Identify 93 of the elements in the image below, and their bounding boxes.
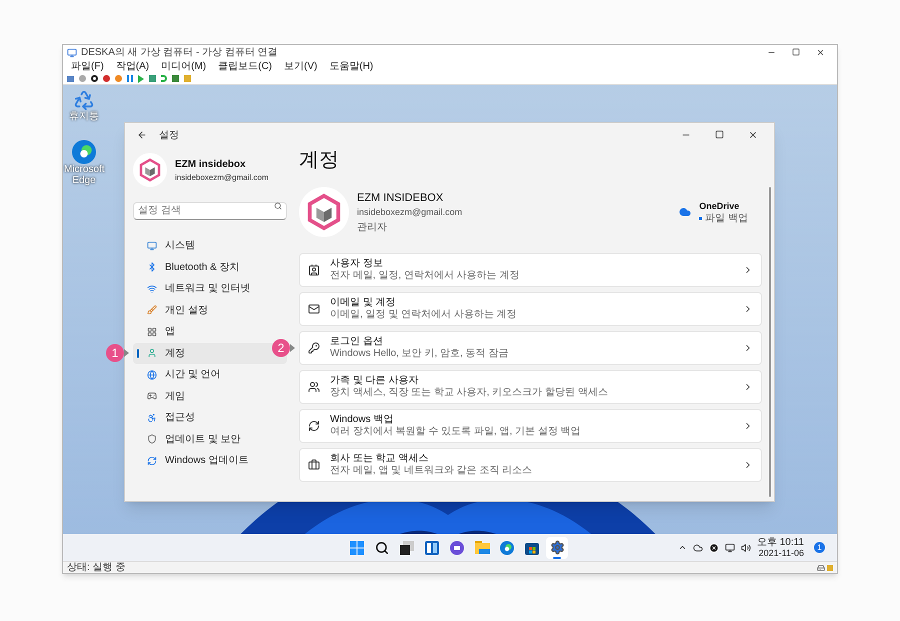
brush-icon bbox=[147, 305, 157, 316]
shield-icon bbox=[147, 434, 157, 444]
settings-card[interactable]: Windows 백업 여러 장치에서 복원할 수 있도록 파일, 앱, 기본 설정 백업 bbox=[299, 409, 762, 443]
wifi-icon bbox=[147, 284, 157, 294]
widgets-icon[interactable] bbox=[425, 540, 439, 554]
store-icon[interactable] bbox=[525, 540, 539, 554]
cube-logo-icon bbox=[138, 158, 162, 182]
close-icon[interactable] bbox=[748, 130, 758, 140]
sync-icon bbox=[308, 420, 320, 432]
user-email: insideboxezm@gmail.com bbox=[175, 172, 268, 184]
cloud-icon[interactable] bbox=[692, 542, 703, 552]
settings-card[interactable]: 회사 또는 학교 액세스 전자 메일, 앱 및 네트워크와 같은 조직 리소스 bbox=[299, 448, 762, 482]
active-indicator bbox=[553, 556, 561, 558]
status-text: 상태: 실행 중 bbox=[67, 562, 126, 573]
app-title: 설정 bbox=[159, 128, 179, 142]
folder-icon[interactable] bbox=[474, 541, 490, 554]
search-icon[interactable] bbox=[375, 540, 389, 554]
clock[interactable]: 오후 10:11 2021-11-06 bbox=[756, 537, 804, 558]
card-subtitle: 장치 액세스, 직장 또는 학교 사용자, 키오스크가 할당된 액세스 bbox=[330, 387, 608, 399]
card-title: 가족 및 다른 사용자 bbox=[330, 375, 420, 387]
card-title: 회사 또는 학교 액세스 bbox=[330, 453, 430, 465]
menu-item[interactable]: 보기(V) bbox=[284, 60, 318, 72]
nav-item[interactable]: 네트워크 및 인터넷 bbox=[133, 278, 287, 300]
notification-count[interactable]: 1 bbox=[814, 542, 825, 553]
card-subtitle: 이메일, 일정 및 연락처에서 사용하는 계정 bbox=[330, 309, 517, 321]
nav-item[interactable]: 시간 및 언어 bbox=[133, 364, 287, 386]
profile-email: insideboxezm@gmail.com bbox=[357, 206, 462, 219]
key-icon bbox=[308, 342, 320, 354]
card-subtitle: Windows Hello, 보안 키, 암호, 동적 잠금 bbox=[330, 348, 508, 360]
nav-item[interactable]: 업데이트 및 보안 bbox=[133, 428, 287, 450]
monitor-icon bbox=[147, 240, 157, 251]
edge-icon[interactable] bbox=[500, 540, 514, 554]
bluetooth-icon bbox=[147, 262, 157, 272]
globe-icon bbox=[147, 370, 157, 380]
briefcase-icon bbox=[308, 459, 320, 471]
monitor-icon[interactable] bbox=[724, 542, 735, 552]
contact-icon bbox=[308, 264, 320, 276]
close-icon[interactable] bbox=[816, 48, 825, 57]
card-title: 사용자 정보 bbox=[330, 258, 384, 270]
profile-name: EZM INSIDEBOX bbox=[357, 190, 444, 206]
card-title: 이메일 및 계정 bbox=[330, 297, 397, 309]
onedrive-label: OneDrive bbox=[699, 200, 740, 213]
mail-icon bbox=[308, 303, 320, 315]
search-icon bbox=[274, 202, 282, 210]
card-subtitle: 전자 메일, 앱 및 네트워크와 같은 조직 리소스 bbox=[330, 465, 532, 477]
card-title: Windows 백업 bbox=[330, 414, 394, 426]
menu-item[interactable]: 파일(F) bbox=[71, 60, 104, 72]
user-name: EZM insidebox bbox=[175, 158, 247, 172]
task-view-icon[interactable] bbox=[400, 540, 414, 554]
cube-logo-icon bbox=[305, 193, 343, 231]
onedrive-status: 파일 백업 bbox=[705, 213, 748, 224]
maximize-icon[interactable] bbox=[715, 130, 724, 139]
window-title: DESKA의 새 가상 컴퓨터 - 가상 컴퓨터 연결 bbox=[81, 46, 278, 58]
menu-item[interactable]: 클립보드(C) bbox=[218, 60, 272, 72]
speaker-icon[interactable] bbox=[740, 542, 751, 552]
people-icon bbox=[308, 381, 320, 393]
person-icon bbox=[147, 348, 157, 358]
menu-item[interactable]: 미디어(M) bbox=[161, 60, 206, 72]
settings-card[interactable]: 로그인 옵션 Windows Hello, 보안 키, 암호, 동적 잠금 bbox=[299, 331, 762, 365]
maximize-icon[interactable] bbox=[792, 48, 800, 56]
update-icon bbox=[147, 456, 157, 466]
card-subtitle: 여러 장치에서 복원할 수 있도록 파일, 앱, 기본 설정 백업 bbox=[330, 426, 581, 438]
apps-icon bbox=[147, 326, 157, 337]
accessibility-icon bbox=[147, 412, 157, 423]
search-field[interactable]: 설정 검색 bbox=[133, 202, 287, 220]
settings-card[interactable]: 이메일 및 계정 이메일, 일정 및 연락처에서 사용하는 계정 bbox=[299, 292, 762, 326]
profile-role: 관리자 bbox=[357, 220, 388, 234]
chat-icon[interactable] bbox=[450, 540, 464, 554]
card-subtitle: 전자 메일, 일정, 연락처에서 사용하는 계정 bbox=[330, 270, 520, 282]
close-circle-icon[interactable] bbox=[708, 542, 719, 552]
vm-app-icon bbox=[67, 48, 77, 58]
cloud-icon bbox=[679, 206, 692, 218]
back-icon[interactable] bbox=[137, 130, 147, 140]
settings-card[interactable]: 사용자 정보 전자 메일, 일정, 연락처에서 사용하는 계정 bbox=[299, 253, 762, 287]
menu-item[interactable]: 도움말(H) bbox=[329, 60, 374, 72]
drive-icon bbox=[817, 564, 825, 572]
nav-item[interactable]: 시스템 bbox=[133, 235, 287, 256]
chevron-up-icon[interactable] bbox=[678, 543, 687, 552]
page-heading: 계정 bbox=[299, 148, 340, 173]
card-title: 로그인 옵션 bbox=[330, 336, 384, 348]
nav-item[interactable]: 개인 설정 bbox=[133, 300, 287, 321]
settings-icon[interactable] bbox=[550, 540, 564, 555]
nav-item[interactable]: Bluetooth & 장치 bbox=[133, 256, 287, 278]
nav-item[interactable]: 접근성 bbox=[133, 407, 287, 428]
start-icon[interactable] bbox=[350, 540, 364, 554]
nav-item[interactable]: Windows 업데이트 bbox=[133, 450, 287, 472]
settings-card[interactable]: 가족 및 다른 사용자 장치 액세스, 직장 또는 학교 사용자, 키오스크가 할당된 액세스 bbox=[299, 370, 762, 404]
edge-icon[interactable] bbox=[72, 140, 96, 164]
nav-item[interactable]: 게임 bbox=[133, 386, 287, 407]
taskbar-app[interactable] bbox=[546, 536, 568, 558]
menu-item[interactable]: 작업(A) bbox=[116, 60, 150, 72]
pause-icon[interactable] bbox=[127, 75, 133, 82]
gamepad-icon bbox=[147, 391, 157, 402]
